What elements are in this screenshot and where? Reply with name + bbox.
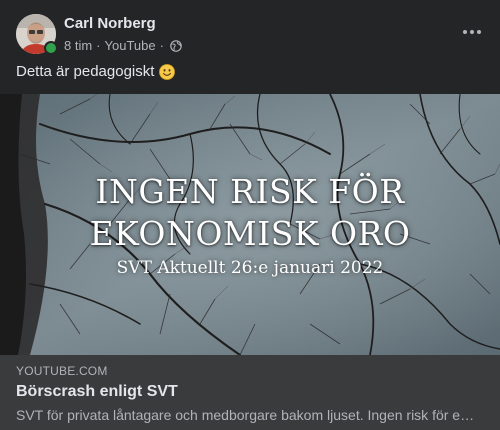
more-horizontal-icon (463, 30, 481, 34)
online-status-indicator (44, 41, 58, 55)
more-options-button[interactable] (456, 18, 488, 46)
image-subtitle: SVT Aktuellt 26:e januari 2022 (116, 258, 384, 278)
link-preview-footer[interactable]: YOUTUBE.COM Börscrash enligt SVT SVT för… (0, 355, 500, 430)
meta-separator: · (96, 38, 101, 53)
link-description: SVT för privata låntagare och medborgare… (16, 407, 476, 423)
smiling-face-emoji-icon (159, 63, 176, 80)
post-header: Carl Norberg 8 tim · YouTube · (16, 12, 484, 56)
post-source: YouTube (104, 38, 156, 53)
author-name[interactable]: Carl Norberg (64, 15, 156, 32)
post-meta: 8 tim · YouTube · (64, 38, 182, 53)
meta-separator-2: · (159, 38, 164, 53)
link-title[interactable]: Börscrash enligt SVT (16, 383, 178, 401)
image-title-line-2: EKONOMISK ORO (89, 214, 411, 253)
globe-icon[interactable] (170, 39, 182, 52)
post-message-text: Detta är pedagogiskt (16, 63, 155, 80)
author-avatar-wrapper[interactable] (16, 14, 58, 55)
image-title-line-1: INGEN RISK FÖR (95, 172, 405, 211)
post-time[interactable]: 8 tim (64, 38, 92, 53)
facebook-post: Carl Norberg 8 tim · YouTube · Detta är … (0, 0, 500, 430)
link-domain: YOUTUBE.COM (16, 364, 108, 378)
link-preview-image[interactable]: INGEN RISK FÖR EKONOMISK ORO SVT Aktuell… (0, 94, 500, 355)
post-message: Detta är pedagogiskt (16, 63, 176, 80)
